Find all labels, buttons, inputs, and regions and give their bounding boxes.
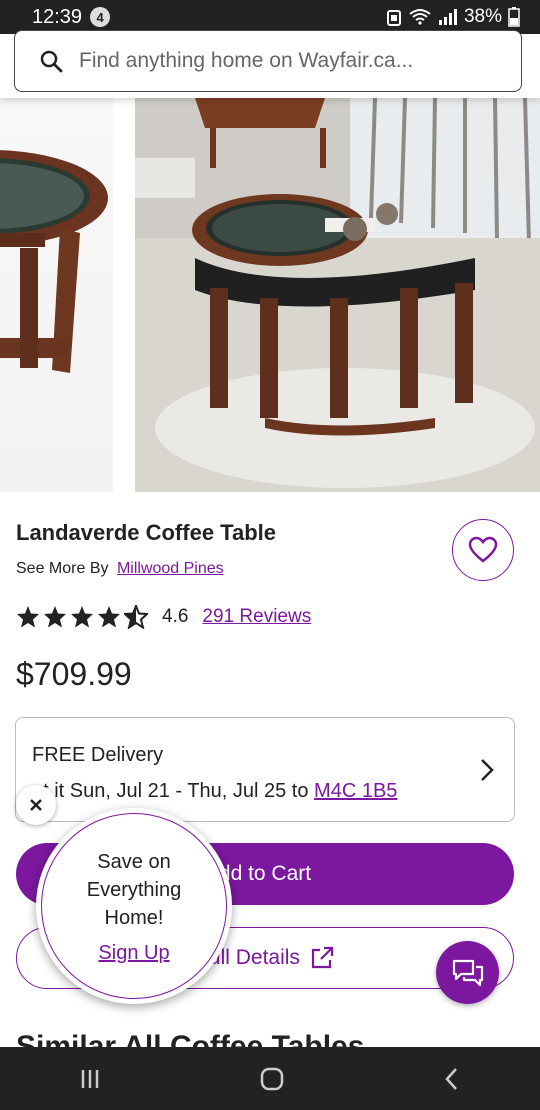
product-image-gallery[interactable]	[0, 98, 540, 492]
product-image-previous[interactable]	[0, 98, 113, 492]
star-rating	[16, 605, 148, 629]
similar-section-heading: Similar All Coffee Tables	[16, 1030, 365, 1047]
postal-code-link[interactable]: M4C 1B5	[314, 780, 397, 802]
search-placeholder: Find anything home on Wayfair.ca...	[79, 49, 414, 72]
battery-icon	[508, 7, 520, 27]
external-link-icon	[311, 946, 334, 969]
rating-value: 4.6	[162, 606, 189, 627]
delivery-title: FREE Delivery	[32, 744, 164, 766]
star-icon	[44, 606, 66, 628]
promo-text: Save on Everything Home!	[86, 850, 182, 929]
signal-icon	[438, 9, 457, 25]
android-nav-bar	[0, 1047, 540, 1110]
sign-up-link[interactable]: Sign Up	[98, 942, 169, 965]
star-icon	[17, 606, 39, 628]
signup-promo-bubble[interactable]: Save on Everything Home! Sign Up	[36, 808, 232, 1004]
star-icon	[71, 606, 93, 628]
status-time: 12:39	[32, 5, 83, 28]
delivery-card[interactable]: FREE Delivery et it Sun, Jul 21 - Thu, J…	[15, 717, 515, 822]
chat-button[interactable]	[436, 941, 499, 1004]
chat-icon	[452, 959, 483, 986]
star-icon	[98, 606, 120, 628]
wifi-icon	[409, 9, 431, 25]
see-more-by: See More By Millwood Pines	[16, 560, 224, 578]
chevron-right-icon	[481, 759, 494, 781]
data-saver-icon	[386, 10, 401, 26]
delivery-dates: et it Sun, Jul 21 - Thu, Jul 25 to	[32, 780, 309, 802]
close-icon	[30, 799, 42, 811]
status-icons: 38%	[386, 6, 520, 28]
see-more-label: See More By	[16, 560, 109, 577]
product-image-main[interactable]	[135, 98, 540, 492]
home-icon[interactable]	[259, 1066, 285, 1092]
product-title: Landaverde Coffee Table	[16, 520, 276, 545]
search-bar-container: Find anything home on Wayfair.ca...	[0, 30, 540, 98]
notification-count-badge: 4	[90, 7, 111, 27]
back-icon[interactable]	[442, 1066, 462, 1092]
promo-content: Save on Everything Home! Sign Up	[41, 813, 227, 999]
delivery-detail: et it Sun, Jul 21 - Thu, Jul 25 to M4C 1…	[32, 780, 397, 803]
promo-close-button[interactable]	[16, 785, 56, 825]
search-icon	[40, 50, 63, 73]
brand-link[interactable]: Millwood Pines	[117, 560, 224, 577]
star-half-icon	[124, 605, 148, 629]
product-price: $709.99	[16, 656, 132, 692]
favorite-button[interactable]	[452, 519, 514, 581]
battery-percent: 38%	[463, 6, 502, 27]
reviews-link[interactable]: 291 Reviews	[202, 606, 311, 628]
rating-row: 4.6 291 Reviews	[16, 605, 311, 629]
status-bar: 12:39 4 38%	[0, 0, 540, 34]
recent-apps-icon[interactable]	[78, 1067, 102, 1091]
search-input[interactable]: Find anything home on Wayfair.ca...	[14, 30, 522, 92]
heart-icon	[468, 536, 498, 563]
